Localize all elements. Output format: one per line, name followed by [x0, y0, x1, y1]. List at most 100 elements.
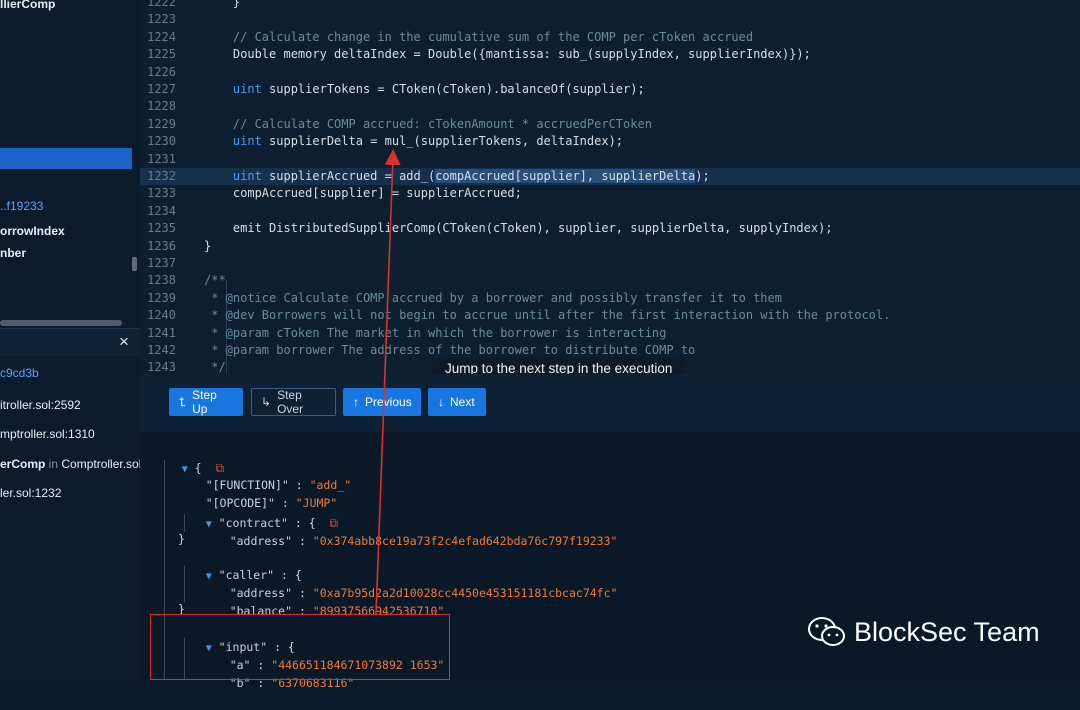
next-label: Next [450, 395, 475, 409]
previous-button[interactable]: ↑ Previous [343, 388, 421, 416]
sidebar-item[interactable]: ..f19233 [0, 199, 43, 213]
code-line[interactable]: 1224 // Calculate change in the cumulati… [140, 29, 1080, 46]
code-line[interactable]: 1225 Double memory deltaIndex = Double({… [140, 46, 1080, 63]
code-line[interactable]: 1226 [140, 64, 1080, 81]
json-value: "0x374abb8ce19a73f2c4efad642bda76c797f19… [312, 534, 618, 548]
sidebar: llierComp ..f19233 orrowIndex nber × c9c… [0, 0, 141, 680]
json-row: "[OPCODE]" : "JUMP" [205, 496, 338, 510]
code-text: uint supplierTokens = CToken(cToken).bal… [204, 81, 645, 98]
line-number: 1226 [147, 64, 176, 79]
line-number: 1231 [147, 151, 176, 166]
json-row: "address" : "0xa7b95d2a2d10028cc4450e453… [229, 586, 618, 600]
code-token: supplierTokens = CToken(cToken).balanceO… [261, 82, 645, 96]
code-token: * @notice Calculate COMP accrued by a bo… [204, 290, 782, 305]
json-row: "[FUNCTION]" : "add_" [205, 478, 352, 492]
code-token: * @param borrower The address of the bor… [204, 343, 696, 357]
line-number: 1230 [147, 134, 176, 149]
line-number: 1236 [147, 238, 176, 253]
code-text: } [204, 238, 211, 255]
line-number: 1234 [147, 203, 176, 218]
line-number: 1222 [147, 0, 176, 9]
step-over-icon: ↳ [261, 395, 272, 409]
json-root[interactable]: ▼ { ⧉ [154, 441, 224, 475]
sidebar-scrollbar-horizontal[interactable] [0, 320, 122, 326]
code-line[interactable]: 1231 [140, 151, 1080, 168]
sidebar-item[interactable]: orrowIndex [0, 224, 65, 238]
code-line[interactable]: 1228 [140, 98, 1080, 115]
code-token: /** [204, 273, 226, 288]
previous-label: Previous [365, 395, 412, 409]
code-token: } [204, 238, 212, 253]
sidebar-selected-item[interactable] [0, 148, 132, 169]
line-number: 1238 [147, 273, 176, 288]
step-up-label: Step Up [192, 388, 217, 416]
debug-toolbar: ⮤ Step Up ↳ Step Over ↑ Previous ↓ Next [140, 374, 1080, 432]
call-stack-item[interactable]: c9cd3b [0, 366, 39, 380]
step-over-button[interactable]: ↳ Step Over [251, 388, 336, 416]
code-token: // Calculate COMP accrued: cTokenAmount … [204, 116, 652, 131]
code-token: compAccrued[supplier] = supplierAccrued; [204, 186, 522, 201]
watermark: BlockSec Team [808, 616, 1040, 648]
watermark-text: BlockSec Team [854, 616, 1040, 647]
json-row[interactable]: ▼ "caller" : { [178, 548, 302, 582]
call-stack-item[interactable]: ler.sol:1232 [0, 486, 61, 500]
code-text: * @dev Borrowers will not begin to accru… [204, 307, 890, 324]
call-stack-in: in [45, 457, 62, 471]
code-token: } [204, 0, 241, 9]
call-stack-item[interactable]: erComp in Comptroller.sol:1 [0, 457, 140, 471]
code-line[interactable]: 1240 * @dev Borrowers will not begin to … [140, 307, 1080, 324]
sidebar-scrollbar-vertical[interactable] [132, 257, 137, 271]
code-text: emit DistributedSupplierComp(CToken(cTok… [204, 220, 833, 237]
call-stack-item[interactable]: mptroller.sol:1310 [0, 427, 95, 441]
line-number: 1223 [147, 12, 176, 27]
sidebar-item[interactable]: nber [0, 246, 26, 260]
line-number: 1225 [147, 47, 176, 62]
code-line[interactable]: 1223 [140, 11, 1080, 28]
code-token: uint [204, 134, 262, 149]
code-line[interactable]: 1230 uint supplierDelta = mul_(supplierT… [140, 133, 1080, 150]
code-line[interactable]: 1235 emit DistributedSupplierComp(CToken… [140, 220, 1080, 237]
line-number: 1242 [147, 343, 176, 357]
code-text: uint supplierDelta = mul_(supplierTokens… [204, 133, 623, 150]
sidebar-item[interactable]: llierComp [0, 0, 55, 11]
code-token: * @param cToken The market in which the … [204, 325, 667, 340]
line-number: 1235 [147, 221, 176, 236]
code-line[interactable]: 1222 } [140, 0, 1080, 11]
code-line[interactable]: 1227 uint supplierTokens = CToken(cToken… [140, 81, 1080, 98]
code-line[interactable]: 1237 [140, 255, 1080, 272]
code-editor[interactable]: 1222 } 1223 1224 // Calculate change in th… [140, 0, 1080, 374]
call-stack-function: erComp [0, 457, 46, 471]
code-text: uint supplierAccrued = add_(compAccrued[… [204, 168, 710, 185]
step-up-button[interactable]: ⮤ Step Up [169, 388, 243, 416]
line-number: 1237 [147, 256, 176, 270]
call-stack-file: Comptroller.sol:1 [61, 457, 140, 471]
code-token: uint [204, 169, 262, 183]
code-token: supplierAccrued = add_( [261, 169, 436, 183]
code-text: * @notice Calculate COMP accrued by a bo… [204, 290, 782, 307]
code-token: ); [695, 169, 710, 183]
code-token: // Calculate change in the cumulative su… [204, 29, 754, 44]
code-line[interactable]: 1229 // Calculate COMP accrued: cTokenAm… [140, 116, 1080, 133]
code-text: // Calculate COMP accrued: cTokenAmount … [204, 116, 652, 133]
line-number: 1227 [147, 82, 176, 96]
line-number: 1229 [147, 116, 176, 131]
call-stack-panel: c9cd3b itroller.sol:2592 mptroller.sol:1… [0, 356, 140, 680]
code-line[interactable]: 1233 compAccrued[supplier] = supplierAcc… [140, 185, 1080, 202]
code-line[interactable]: 1234 [140, 203, 1080, 220]
code-text: * @param cToken The market in which the … [204, 325, 666, 342]
code-token: Double memory deltaIndex = Double({manti… [204, 47, 811, 62]
code-line[interactable]: 1232 uint supplierAccrued = add_(compAcc… [140, 168, 1080, 186]
code-line[interactable]: 1236} [140, 238, 1080, 255]
code-line[interactable]: 1241 * @param cToken The market in which… [140, 325, 1080, 342]
line-number: 1233 [147, 186, 176, 201]
next-button[interactable]: ↓ Next [428, 388, 486, 416]
line-number: 1241 [147, 325, 176, 340]
close-icon[interactable]: × [119, 332, 129, 352]
line-number: 1228 [147, 99, 176, 114]
call-stack-item[interactable]: itroller.sol:2592 [0, 398, 81, 412]
code-line[interactable]: 1238 /** [140, 272, 1080, 289]
code-text: Double memory deltaIndex = Double({manti… [204, 46, 811, 63]
json-row[interactable]: ▼ "contract" : { ⧉ [178, 496, 338, 530]
code-line[interactable]: 1239 * @notice Calculate COMP accrued by… [140, 290, 1080, 307]
step-over-label: Step Over [277, 388, 304, 416]
